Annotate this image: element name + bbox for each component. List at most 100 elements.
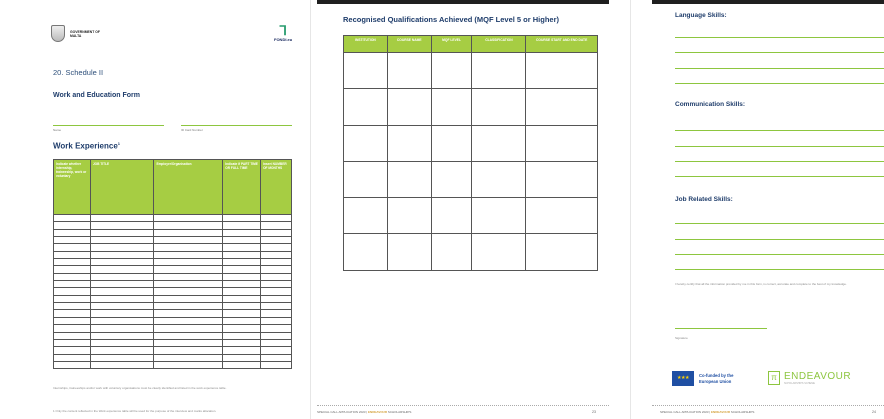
table-cell[interactable] bbox=[89, 213, 155, 223]
table-cell[interactable] bbox=[89, 302, 155, 311]
table-cell[interactable] bbox=[260, 309, 292, 318]
table-cell[interactable] bbox=[89, 228, 155, 238]
table-cell[interactable] bbox=[153, 243, 224, 252]
table-cell[interactable] bbox=[260, 331, 292, 340]
table-cell[interactable] bbox=[53, 353, 91, 362]
table-cell[interactable] bbox=[260, 294, 292, 304]
table-cell[interactable] bbox=[53, 265, 91, 274]
table-cell[interactable] bbox=[222, 302, 262, 311]
table-cell[interactable] bbox=[53, 236, 91, 245]
table-cell[interactable] bbox=[430, 51, 473, 90]
table-cell[interactable] bbox=[260, 213, 292, 223]
table-cell[interactable] bbox=[89, 316, 155, 326]
table-cell[interactable] bbox=[260, 221, 292, 230]
table-cell[interactable] bbox=[153, 360, 224, 370]
table-cell[interactable] bbox=[153, 316, 224, 326]
table-cell[interactable] bbox=[222, 309, 262, 318]
table-cell[interactable] bbox=[343, 51, 388, 90]
table-cell[interactable] bbox=[153, 265, 224, 274]
table-cell[interactable] bbox=[222, 243, 262, 252]
table-cell[interactable] bbox=[430, 197, 473, 235]
table-cell[interactable] bbox=[53, 280, 91, 289]
table-cell[interactable] bbox=[89, 250, 155, 260]
table-cell[interactable] bbox=[53, 324, 91, 333]
table-cell[interactable] bbox=[222, 236, 262, 245]
table-cell[interactable] bbox=[260, 243, 292, 252]
table-cell[interactable] bbox=[222, 221, 262, 230]
language-line-1[interactable] bbox=[675, 37, 884, 38]
table-cell[interactable] bbox=[260, 265, 292, 274]
table-cell[interactable] bbox=[89, 346, 155, 355]
table-cell[interactable] bbox=[89, 324, 155, 333]
table-cell[interactable] bbox=[260, 360, 292, 370]
table-cell[interactable] bbox=[153, 331, 224, 340]
table-cell[interactable] bbox=[222, 331, 262, 340]
table-cell[interactable] bbox=[222, 360, 262, 370]
communication-line-2[interactable] bbox=[675, 146, 884, 147]
table-cell[interactable] bbox=[89, 243, 155, 252]
table-cell[interactable] bbox=[53, 221, 91, 230]
table-cell[interactable] bbox=[153, 309, 224, 318]
table-cell[interactable] bbox=[153, 338, 224, 348]
table-cell[interactable] bbox=[430, 124, 473, 162]
table-cell[interactable] bbox=[260, 228, 292, 238]
table-cell[interactable] bbox=[89, 338, 155, 348]
table-cell[interactable] bbox=[471, 197, 527, 235]
table-cell[interactable] bbox=[153, 228, 224, 238]
name-line[interactable] bbox=[53, 125, 164, 126]
table-cell[interactable] bbox=[53, 331, 91, 340]
table-cell[interactable] bbox=[53, 287, 91, 296]
table-cell[interactable] bbox=[89, 258, 155, 267]
table-cell[interactable] bbox=[53, 360, 91, 370]
table-cell[interactable] bbox=[222, 250, 262, 260]
table-cell[interactable] bbox=[89, 294, 155, 304]
table-cell[interactable] bbox=[471, 51, 527, 90]
table-cell[interactable] bbox=[153, 236, 224, 245]
table-cell[interactable] bbox=[222, 316, 262, 326]
table-cell[interactable] bbox=[89, 280, 155, 289]
table-cell[interactable] bbox=[222, 272, 262, 282]
job-line-1[interactable] bbox=[675, 223, 884, 224]
table-cell[interactable] bbox=[343, 88, 388, 126]
table-cell[interactable] bbox=[153, 221, 224, 230]
table-cell[interactable] bbox=[260, 302, 292, 311]
table-cell[interactable] bbox=[53, 302, 91, 311]
table-cell[interactable] bbox=[153, 280, 224, 289]
table-cell[interactable] bbox=[153, 353, 224, 362]
table-cell[interactable] bbox=[525, 233, 598, 271]
job-line-2[interactable] bbox=[675, 239, 884, 240]
table-cell[interactable] bbox=[89, 360, 155, 370]
table-cell[interactable] bbox=[53, 309, 91, 318]
table-cell[interactable] bbox=[260, 346, 292, 355]
job-line-3[interactable] bbox=[675, 254, 884, 255]
table-cell[interactable] bbox=[430, 88, 473, 126]
table-cell[interactable] bbox=[386, 88, 432, 126]
table-cell[interactable] bbox=[260, 316, 292, 326]
table-cell[interactable] bbox=[260, 258, 292, 267]
communication-line-4[interactable] bbox=[675, 176, 884, 177]
table-cell[interactable] bbox=[53, 338, 91, 348]
table-cell[interactable] bbox=[53, 243, 91, 252]
table-cell[interactable] bbox=[260, 338, 292, 348]
table-cell[interactable] bbox=[260, 353, 292, 362]
table-cell[interactable] bbox=[53, 294, 91, 304]
table-cell[interactable] bbox=[153, 346, 224, 355]
table-cell[interactable] bbox=[53, 346, 91, 355]
table-cell[interactable] bbox=[53, 228, 91, 238]
table-cell[interactable] bbox=[471, 160, 527, 199]
id-card-line[interactable] bbox=[181, 125, 292, 126]
table-cell[interactable] bbox=[153, 213, 224, 223]
table-cell[interactable] bbox=[89, 309, 155, 318]
language-line-3[interactable] bbox=[675, 68, 884, 69]
table-cell[interactable] bbox=[153, 258, 224, 267]
table-cell[interactable] bbox=[89, 287, 155, 296]
table-cell[interactable] bbox=[260, 324, 292, 333]
table-cell[interactable] bbox=[222, 265, 262, 274]
table-cell[interactable] bbox=[386, 233, 432, 271]
table-cell[interactable] bbox=[386, 51, 432, 90]
job-line-4[interactable] bbox=[675, 269, 884, 270]
communication-line-1[interactable] bbox=[675, 130, 884, 131]
table-cell[interactable] bbox=[260, 250, 292, 260]
table-cell[interactable] bbox=[89, 353, 155, 362]
table-cell[interactable] bbox=[53, 213, 91, 223]
